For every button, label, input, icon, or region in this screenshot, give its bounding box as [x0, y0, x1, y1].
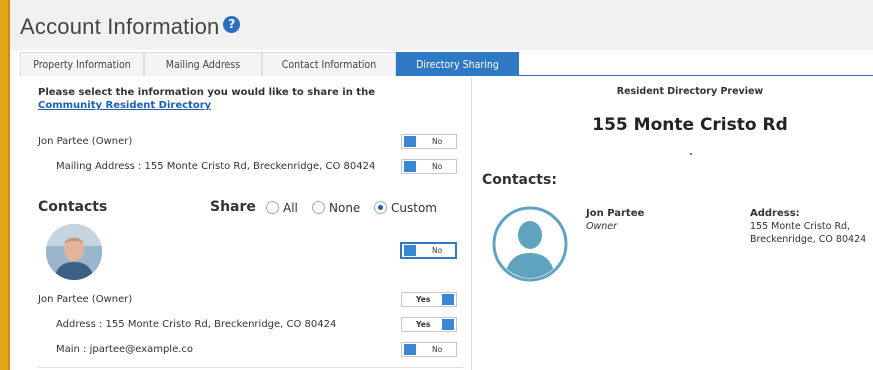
contact-row-address-label: Address : 155 Monte Cristo Rd, Breckenri… — [56, 319, 337, 330]
contact-photo-share-toggle[interactable]: No — [400, 242, 457, 259]
contacts-heading: Contacts — [38, 199, 108, 215]
share-label: Share — [210, 199, 256, 215]
contact-row-email-label: Main : jpartee@example.co — [56, 344, 194, 355]
toggle-knob — [442, 294, 454, 305]
preview-address-line-2: Breckenridge, CO 80424 — [750, 234, 867, 245]
preview-property-address: 155 Monte Cristo Rd — [592, 115, 788, 135]
tab-property-information[interactable]: Property Information — [20, 52, 144, 76]
account-information-panel: Account Information? Property Informatio… — [8, 0, 873, 370]
preview-contact-role: Owner — [586, 221, 618, 232]
toggle-knob — [404, 136, 416, 147]
toggle-state: Yes — [416, 320, 431, 329]
tab-mailing-address[interactable]: Mailing Address — [144, 52, 262, 76]
toggle-state: No — [432, 137, 443, 146]
contact-address-share-toggle[interactable]: Yes — [401, 317, 457, 332]
sharing-instructions: Please select the information you would … — [38, 86, 438, 112]
toggle-knob — [404, 344, 416, 355]
preview-title: Resident Directory Preview — [616, 86, 764, 97]
divider — [38, 367, 463, 368]
toggle-state: No — [432, 246, 443, 255]
toggle-state: Yes — [416, 295, 431, 304]
toggle-knob — [442, 319, 454, 330]
page-title-text: Account Information — [20, 14, 220, 39]
tab-bar: Property Information Mailing Address Con… — [20, 52, 873, 76]
contact-photo — [46, 224, 102, 280]
directory-preview: Resident Directory Preview 155 Monte Cri… — [480, 77, 870, 370]
community-directory-link[interactable]: Community Resident Directory — [38, 100, 211, 111]
page-header: Account Information? — [10, 0, 873, 50]
toggle-state: No — [432, 162, 443, 171]
contact-owner-share-toggle[interactable]: Yes — [401, 292, 457, 307]
radio-none[interactable] — [312, 201, 325, 214]
preview-address-label: Address: — [750, 208, 800, 219]
share-option-none-label: None — [329, 201, 361, 215]
radio-custom[interactable] — [374, 201, 387, 214]
toggle-knob — [404, 245, 416, 256]
tab-directory-sharing[interactable]: Directory Sharing — [396, 52, 519, 76]
tab-contact-information[interactable]: Contact Information — [262, 52, 396, 76]
contact-row-owner-label: Jon Partee (Owner) — [38, 294, 133, 305]
sharing-instructions-text: Please select the information you would … — [38, 87, 375, 98]
share-option-all-label: All — [283, 201, 298, 215]
share-option-custom[interactable]: Custom — [374, 201, 437, 215]
contact-photo-image — [46, 224, 102, 280]
preview-contact-name: Jon Partee — [586, 208, 645, 219]
preview-contacts-heading: Contacts: — [482, 172, 557, 188]
separator-dot — [690, 153, 692, 155]
toggle-knob — [404, 161, 416, 172]
preview-address-line-1: 155 Monte Cristo Rd, — [750, 221, 851, 232]
owner-row-label: Jon Partee (Owner) — [38, 136, 133, 147]
share-option-none[interactable]: None — [312, 201, 360, 215]
share-option-all[interactable]: All — [266, 201, 298, 215]
owner-share-toggle[interactable]: No — [401, 134, 457, 149]
mailing-address-share-toggle[interactable]: No — [401, 159, 457, 174]
user-placeholder-icon — [492, 206, 568, 282]
mailing-address-row-label: Mailing Address : 155 Monte Cristo Rd, B… — [56, 161, 376, 172]
contact-email-share-toggle[interactable]: No — [401, 342, 457, 357]
toggle-state: No — [432, 345, 443, 354]
sharing-settings: Please select the information you would … — [20, 77, 472, 370]
question-circle-icon[interactable]: ? — [223, 16, 241, 33]
page-title: Account Information? — [20, 14, 241, 40]
share-option-custom-label: Custom — [391, 201, 437, 215]
radio-all[interactable] — [266, 201, 279, 214]
